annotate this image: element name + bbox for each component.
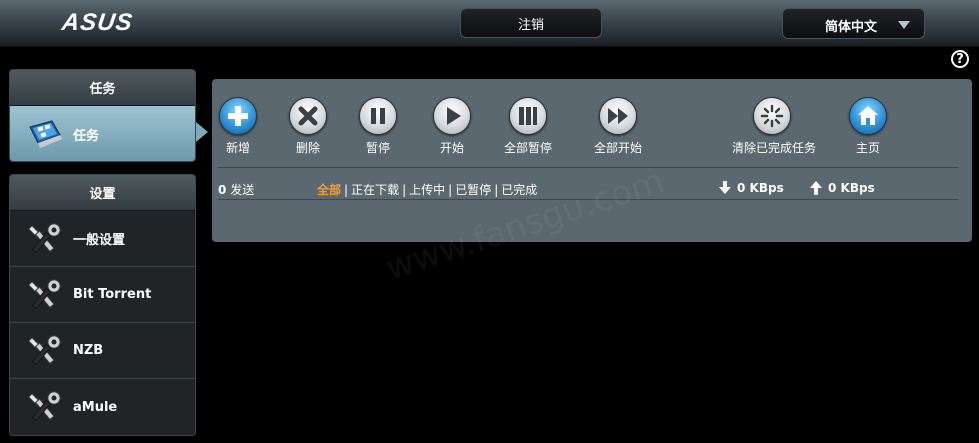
language-select[interactable]: 简体中文 [782, 8, 925, 39]
arrow-up-icon [810, 181, 822, 195]
asus-logo: ASUS [60, 9, 135, 36]
plus-icon [228, 106, 248, 126]
fast-forward-icon [608, 108, 628, 124]
sidebar-item-nzb[interactable]: NZB [10, 323, 195, 379]
top-header: ASUS 注销 简体中文 [0, 0, 979, 47]
pause-button[interactable]: 暂停 [338, 97, 418, 156]
filter-downloading[interactable]: 正在下载 [351, 183, 399, 197]
arrow-down-icon [719, 181, 731, 194]
sidebar-item-label: 一般设置 [73, 233, 126, 248]
sidebar-item-bit-torrent[interactable]: Bit Torrent [10, 267, 195, 323]
start-button[interactable]: 开始 [412, 97, 492, 156]
filter-completed[interactable]: 已完成 [501, 183, 537, 197]
pause-all-button[interactable]: 全部暂停 [488, 97, 568, 156]
delete-button[interactable]: 删除 [268, 97, 348, 156]
delete-button-label: 删除 [295, 141, 320, 155]
start-button-label: 开始 [439, 141, 464, 155]
tools-icon [28, 223, 61, 254]
filter-uploading[interactable]: 上传中 [409, 183, 445, 197]
upload-speed-value: 0 KBps [828, 181, 875, 195]
task-count: 0 发送 [218, 181, 254, 198]
filter-all[interactable]: 全部 [317, 183, 341, 197]
home-button-label: 主页 [855, 141, 880, 155]
clear-completed-icon [760, 104, 784, 128]
start-all-button-label: 全部开始 [593, 141, 642, 155]
close-icon [298, 106, 318, 126]
tools-icon [28, 391, 61, 422]
download-speed: 0 KBps [719, 181, 784, 195]
clear-completed-button[interactable]: 清除已完成任务 [732, 97, 817, 156]
sidebar-item-label: NZB [73, 343, 104, 358]
task-menu: 任务 任务 [9, 69, 196, 162]
help-icon[interactable]: ? [951, 50, 969, 68]
pause-button-label: 暂停 [365, 141, 390, 155]
sidebar-item-label: aMule [73, 399, 118, 415]
task-count-value: 0 [218, 183, 227, 197]
download-speed-value: 0 KBps [737, 181, 784, 195]
toolbar-divider [218, 167, 958, 168]
add-button[interactable]: 新增 [198, 97, 278, 156]
task-count-label: 发送 [230, 183, 255, 197]
sidebar-item-label: Bit Torrent [73, 287, 152, 302]
task-menu-title: 任务 [10, 70, 195, 106]
home-button[interactable]: 主页 [828, 97, 908, 156]
clear-completed-button-label: 清除已完成任务 [732, 141, 817, 155]
filter-paused[interactable]: 已暂停 [455, 183, 491, 197]
sidebar-item-task[interactable]: 任务 [10, 106, 195, 161]
sidebar-item-amule[interactable]: aMule [10, 379, 195, 435]
add-button-label: 新增 [225, 141, 250, 155]
pause-all-button-label: 全部暂停 [503, 141, 552, 155]
language-selected-label: 简体中文 [825, 20, 878, 35]
filter-bar: 全部 | 正在下载 | 上传中 | 已暂停 | 已完成 [317, 183, 538, 197]
task-monitor-icon [29, 120, 62, 148]
tools-icon [28, 279, 61, 310]
upload-speed: 0 KBps [810, 181, 875, 195]
home-icon [858, 106, 878, 125]
chevron-down-icon [898, 21, 910, 29]
play-icon [447, 107, 461, 125]
pause-icon [371, 108, 385, 124]
pause-all-icon [519, 107, 537, 125]
sidebar-item-general-settings[interactable]: 一般设置 [10, 211, 195, 267]
sidebar-item-label: 任务 [73, 128, 100, 144]
settings-menu-title: 设置 [10, 175, 195, 211]
start-all-button[interactable]: 全部开始 [578, 97, 658, 156]
settings-menu: 设置 一般设置 Bit Torrent NZB aMule [9, 174, 196, 436]
logout-button[interactable]: 注销 [460, 8, 602, 38]
tools-icon [28, 335, 61, 366]
